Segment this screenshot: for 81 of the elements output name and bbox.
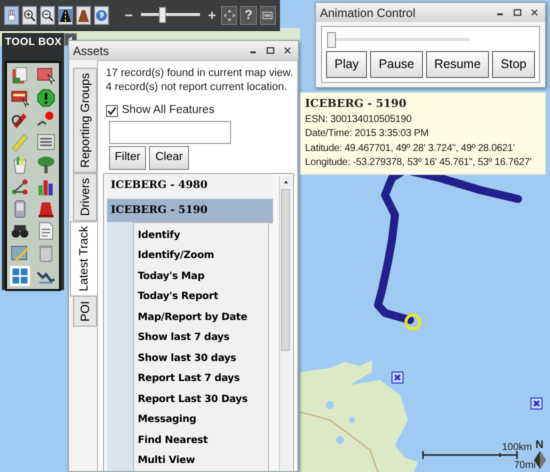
scale-label: 70mi: [514, 459, 536, 472]
zoom-in-button[interactable]: [22, 6, 37, 24]
location-marker-icon[interactable]: [404, 314, 422, 330]
globe-icon: [95, 8, 108, 22]
info-line: Longitude: -53.279378, 53º 16' 45.761", 53º 16.7627': [305, 156, 533, 170]
report-icon[interactable]: [36, 221, 56, 242]
menu-item[interactable]: Map/Report by Date: [134, 307, 268, 328]
menu-item[interactable]: Show last 30 days: [134, 348, 268, 368]
menu-item[interactable]: Today's Report: [134, 286, 268, 307]
maximize-icon: [265, 45, 276, 56]
menu-item[interactable]: Find Nearest: [134, 430, 268, 450]
checkbox[interactable]: [106, 104, 118, 117]
document-icon[interactable]: [10, 66, 30, 86]
window-title: Animation Control: [320, 4, 416, 22]
menu-item[interactable]: Multi View: [134, 450, 268, 471]
menu-item[interactable]: Show last 7 days: [134, 328, 268, 348]
globe-button[interactable]: [94, 6, 109, 24]
sign-icon: [261, 10, 274, 20]
scrollbar[interactable]: [279, 176, 291, 471]
resume-button[interactable]: Resume: [426, 51, 490, 78]
maximize-icon: [512, 7, 523, 18]
stop-button[interactable]: Stop: [492, 51, 535, 78]
menu-item[interactable]: Identify/Zoom: [134, 246, 268, 266]
road-icon: [59, 8, 72, 22]
list-item[interactable]: ICEBERG - 4980: [106, 174, 273, 199]
network-icon[interactable]: [10, 176, 30, 197]
info-line: Date/Time: 2015 3:35:03 PM: [305, 127, 430, 141]
grid-icon[interactable]: [10, 266, 30, 286]
tab[interactable]: POI: [72, 296, 97, 327]
help-button[interactable]: ?: [240, 6, 257, 24]
tab[interactable]: Drivers: [72, 172, 97, 221]
north-label: N: [536, 440, 544, 451]
north-arrow-icon: [534, 451, 546, 469]
zoom-out-button[interactable]: −: [122, 8, 135, 22]
pointer-icon[interactable]: [36, 66, 56, 86]
scale-label: 100km: [502, 441, 532, 455]
menu-item[interactable]: Report Last 30 Days: [134, 389, 268, 410]
window-title: Assets: [73, 42, 110, 60]
menu-item[interactable]: Identify: [134, 225, 268, 246]
map-icon[interactable]: [10, 243, 30, 264]
exit-button[interactable]: [260, 6, 276, 24]
full-extent-button[interactable]: [221, 6, 238, 24]
popup-title: ICEBERG - 5190: [305, 96, 408, 112]
road-icon: [77, 8, 90, 22]
arrows-icon: [222, 8, 236, 22]
card-icon[interactable]: [10, 88, 30, 108]
marker-icon[interactable]: [391, 371, 404, 384]
maximize-button[interactable]: [264, 44, 277, 57]
status-text: 17 record(s) found in current map view.: [106, 66, 293, 80]
play-button[interactable]: Play: [326, 51, 368, 78]
checkbox-label: Show All Features: [122, 103, 214, 118]
info-line: ESN: 300134010505190: [305, 112, 413, 126]
list-icon[interactable]: [36, 132, 56, 152]
marker-icon[interactable]: [530, 397, 543, 410]
menu-item[interactable]: Report Last 7 days: [134, 368, 268, 389]
clear-button[interactable]: Clear: [149, 146, 189, 170]
pause-button[interactable]: Pause: [370, 51, 423, 78]
menu-item[interactable]: Messaging: [134, 410, 268, 430]
status-text: 4 record(s) not report current location.: [106, 80, 288, 94]
search-field[interactable]: [108, 121, 231, 144]
close-icon: [282, 45, 293, 56]
filter-button[interactable]: Filter: [108, 146, 146, 170]
hand-button[interactable]: [4, 6, 19, 24]
zoom-in-button[interactable]: +: [206, 8, 218, 22]
zoom-out-button[interactable]: [40, 6, 55, 24]
info-line: Latitude: 49.467701, 49º 28' 3.724", 49º 28.0621': [305, 142, 516, 156]
scroll-thumb[interactable]: [281, 189, 290, 351]
menu-item[interactable]: Today's Map: [134, 266, 268, 286]
zoom-out-icon: [41, 8, 54, 22]
tab[interactable]: Reporting Groups: [72, 68, 97, 173]
tree-icon[interactable]: [36, 154, 56, 175]
maximize-button[interactable]: [511, 6, 524, 19]
road-button[interactable]: [58, 6, 73, 24]
check-icon: [106, 106, 117, 116]
list-item[interactable]: ICEBERG - 5190: [106, 198, 273, 224]
zoom-in-icon: [23, 8, 36, 22]
close-icon: [529, 7, 540, 18]
alert-icon[interactable]: [36, 88, 56, 108]
tab[interactable]: Latest Track: [70, 220, 97, 296]
panel-title: TOOL BOX: [4, 35, 63, 50]
road-button[interactable]: [76, 6, 91, 24]
